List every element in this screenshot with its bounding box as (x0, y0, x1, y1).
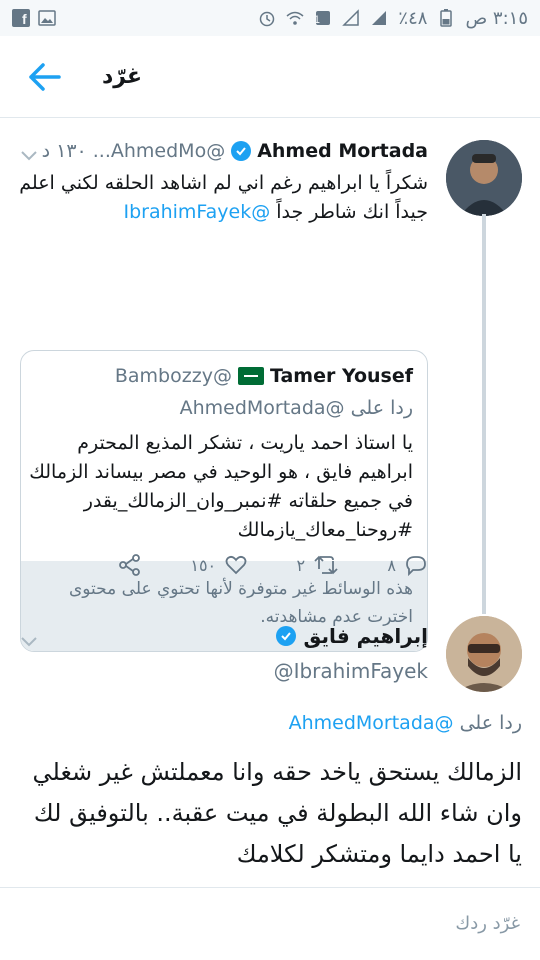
chevron-down-icon[interactable] (18, 144, 40, 166)
replying-to-label: ردا على (350, 397, 413, 419)
reply-bar: غرّد ردك (0, 887, 540, 960)
share-button[interactable] (118, 553, 142, 577)
tweet-text-line: جيداً انك شاطر جداً (276, 201, 428, 223)
like-button[interactable]: ١٥٠ (190, 553, 248, 577)
status-notifications: f (12, 9, 56, 27)
image-icon (38, 9, 56, 27)
saudi-flag-icon (237, 367, 264, 385)
tweet-text: الزمالك يستحق ياخد حقه وانا معملتش غير ش… (32, 758, 522, 868)
like-count: ١٥٠ (190, 555, 217, 575)
tweet-header: إبراهيم فايق (275, 624, 428, 648)
battery-icon (437, 9, 455, 27)
reply-icon (406, 556, 426, 577)
verified-icon (231, 141, 252, 161)
mention-link[interactable]: @AhmedMortada (289, 712, 454, 734)
reply-button[interactable]: ٨ (387, 553, 428, 577)
tweet-actions: ٨ ٢ ١٥٠ (118, 550, 428, 580)
replying-to-label: ردا على (459, 712, 522, 734)
tweet-text-line: شكراً يا ابراهيم رغم اني لم اشاهد الحلقه… (19, 172, 428, 194)
tweet-text: شكراً يا ابراهيم رغم اني لم اشاهد الحلقه… (18, 169, 428, 227)
svg-text:1: 1 (314, 14, 320, 26)
page-title: غرّد (102, 64, 143, 89)
reply-count: ٨ (387, 555, 396, 575)
avatar[interactable] (446, 616, 522, 692)
retweet-icon (314, 555, 338, 575)
status-bar: f ٣:١٥ ص ٤٨٪ 1 (0, 0, 540, 36)
display-name[interactable]: Ahmed Mortada (257, 140, 428, 162)
retweet-count: ٢ (296, 555, 306, 575)
user-handle[interactable]: @IbrahimFayek (274, 659, 428, 683)
replying-to: ردا على @AhmedMortada (180, 397, 413, 419)
quoted-tweet-header: Tamer Yousef @Bambozzy (115, 365, 413, 387)
back-arrow-icon (29, 62, 61, 91)
alarm-icon (258, 9, 276, 27)
status-system: ٣:١٥ ص ٤٨٪ 1 (258, 8, 528, 29)
verified-icon (275, 626, 296, 646)
timestamp: ١٣٠ د (41, 140, 87, 162)
like-icon (225, 555, 247, 575)
replying-to: ردا على @AhmedMortada (289, 712, 522, 734)
avatar[interactable] (446, 140, 522, 216)
status-time: ٣:١٥ ص (465, 7, 528, 29)
quoted-user-handle: @Bambozzy (114, 365, 232, 387)
display-name[interactable]: إبراهيم فايق (304, 624, 428, 648)
signal-icon (370, 9, 388, 27)
thread-connector (482, 214, 486, 614)
retweet-button[interactable]: ٢ (296, 553, 339, 577)
wifi-icon (286, 9, 304, 27)
tweet-ahmed-mortada[interactable]: Ahmed Mortada @AhmedMo... ١٣٠ د شكراً يا… (0, 118, 540, 652)
quoted-tweet-text: يا استاذ احمد ياريت ، تشكر المذيع المحتر… (29, 432, 413, 541)
reply-input[interactable]: غرّد ردك (20, 900, 520, 948)
chevron-down-icon[interactable] (18, 630, 40, 652)
notification-icon: 1 (314, 9, 332, 27)
svg-text:f: f (22, 11, 27, 27)
user-handle[interactable]: @AhmedMo... (93, 140, 225, 162)
facebook-icon: f (12, 9, 30, 27)
mention-link[interactable]: @IbrahimFayek (123, 201, 270, 223)
replying-to-handle: @AhmedMortada (179, 397, 345, 419)
app-bar: غرّد (0, 36, 540, 118)
tweet-header: Ahmed Mortada @AhmedMo... ١٣٠ د (42, 140, 428, 162)
share-icon (119, 554, 140, 576)
back-button[interactable] (16, 49, 72, 105)
signal-icon (342, 9, 360, 27)
quoted-display-name: Tamer Yousef (269, 365, 413, 387)
battery-percent: ٤٨٪ (398, 7, 428, 29)
